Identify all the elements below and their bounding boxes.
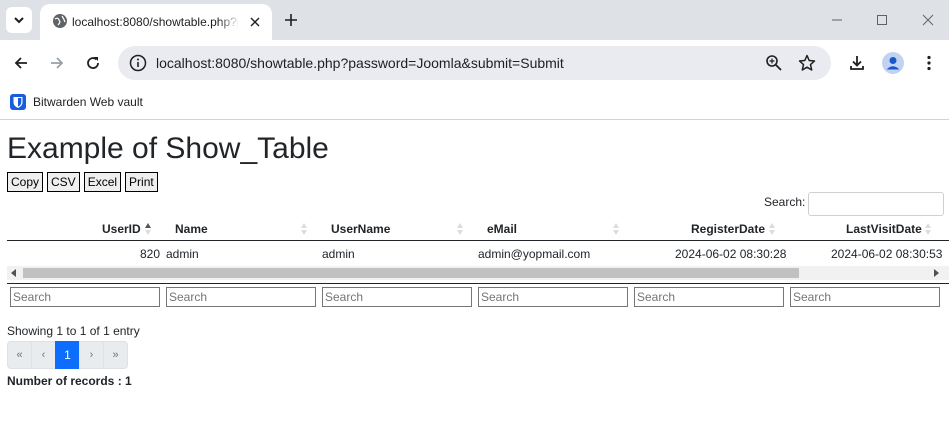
search-label: Search: <box>764 195 806 209</box>
menu-button[interactable] <box>917 51 941 75</box>
reload-button[interactable] <box>81 51 105 75</box>
scroll-left-icon[interactable] <box>10 269 18 277</box>
bookmark-label: Bitwarden Web vault <box>33 95 143 109</box>
csv-button[interactable]: CSV <box>47 172 80 192</box>
column-search-registerdate[interactable] <box>634 287 784 307</box>
scroll-right-icon[interactable] <box>932 269 940 277</box>
arrow-left-icon <box>14 57 27 69</box>
column-header-username[interactable]: UserName <box>331 217 390 241</box>
sort-icon[interactable] <box>612 222 620 236</box>
sort-icon[interactable] <box>768 222 776 236</box>
bookmarks-bar: Bitwarden Web vault <box>0 86 949 120</box>
column-header-email[interactable]: eMail <box>487 217 517 241</box>
close-window-button[interactable] <box>916 8 940 32</box>
maximize-icon <box>877 15 887 25</box>
minimize-icon <box>832 19 842 21</box>
column-search-username[interactable] <box>322 287 472 307</box>
browser-tab[interactable]: localhost:8080/showtable.php?pass <box>40 4 272 40</box>
download-icon <box>850 56 864 70</box>
address-bar[interactable]: localhost:8080/showtable.php?password=Jo… <box>118 46 831 80</box>
column-search-email[interactable] <box>478 287 628 307</box>
records-count: Number of records : 1 <box>7 374 132 388</box>
copy-button[interactable]: Copy <box>7 172 44 192</box>
scrollbar-thumb[interactable] <box>23 268 799 278</box>
excel-button[interactable]: Excel <box>83 172 122 192</box>
tab-search-button[interactable] <box>6 7 32 33</box>
profile-button[interactable] <box>881 51 905 75</box>
print-button[interactable]: Print <box>125 172 158 192</box>
chevron-down-icon <box>14 17 24 24</box>
horizontal-scrollbar[interactable] <box>7 266 949 280</box>
back-button[interactable] <box>9 51 33 75</box>
sort-asc-icon[interactable] <box>144 222 152 236</box>
page-content: Example of Show_Table Copy CSV Excel Pri… <box>0 121 949 421</box>
cell-userid: 820 <box>140 247 161 261</box>
column-header-lastvisitdate[interactable]: LastVisitDate <box>846 217 922 241</box>
sort-icon[interactable] <box>300 222 308 236</box>
more-vertical-icon <box>927 55 931 71</box>
table-search-input[interactable] <box>808 192 944 216</box>
tab-title: localhost:8080/showtable.php?pass <box>72 15 238 29</box>
avatar-icon <box>882 52 904 74</box>
sort-icon[interactable] <box>924 222 932 236</box>
table-info: Showing 1 to 1 of 1 entry <box>7 324 140 338</box>
page-1-button[interactable]: 1 <box>55 341 80 369</box>
plus-icon <box>285 14 297 26</box>
globe-icon <box>53 14 67 28</box>
column-header-registerdate[interactable]: RegisterDate <box>691 217 765 241</box>
bitwarden-icon <box>10 94 26 110</box>
close-icon <box>922 14 934 26</box>
last-page-button[interactable]: » <box>103 341 128 369</box>
tab-close-icon[interactable] <box>246 13 264 31</box>
export-buttons: Copy CSV Excel Print <box>7 172 158 192</box>
column-search-name[interactable] <box>166 287 316 307</box>
cell-name: admin <box>166 247 199 261</box>
cell-username: admin <box>322 247 355 261</box>
minimize-button[interactable] <box>825 8 849 32</box>
table-row: 820 admin admin admin@yopmail.com 2024-0… <box>7 242 949 266</box>
browser-toolbar: localhost:8080/showtable.php?password=Jo… <box>0 40 949 86</box>
site-info-icon[interactable] <box>128 53 148 73</box>
download-button[interactable] <box>845 51 869 75</box>
page-title: Example of Show_Table <box>7 132 329 165</box>
reload-icon <box>87 57 99 69</box>
bookmark-star-icon[interactable] <box>797 53 817 73</box>
prev-page-button[interactable]: ‹ <box>31 341 56 369</box>
bookmark-bitwarden[interactable]: Bitwarden Web vault <box>10 92 143 112</box>
browser-tabstrip: localhost:8080/showtable.php?pass <box>0 0 949 40</box>
pagination: « ‹ 1 › » <box>7 341 128 369</box>
first-page-button[interactable]: « <box>7 341 32 369</box>
data-table: UserID Name UserName eMail RegisterDate … <box>7 217 949 379</box>
sort-icon[interactable] <box>456 222 464 236</box>
column-header-userid[interactable]: UserID <box>102 217 141 241</box>
column-search-userid[interactable] <box>10 287 160 307</box>
maximize-button[interactable] <box>870 8 894 32</box>
cell-lastvisitdate: 2024-06-02 08:30:53 <box>831 247 943 261</box>
arrow-right-icon <box>51 57 64 69</box>
cell-registerdate: 2024-06-02 08:30:28 <box>675 247 787 261</box>
column-header-name[interactable]: Name <box>175 217 208 241</box>
cell-email: admin@yopmail.com <box>478 247 591 261</box>
table-header: UserID Name UserName eMail RegisterDate … <box>7 217 949 241</box>
new-tab-button[interactable] <box>280 9 302 31</box>
next-page-button[interactable]: › <box>79 341 104 369</box>
url-text: localhost:8080/showtable.php?password=Jo… <box>156 55 564 71</box>
forward-button[interactable] <box>45 51 69 75</box>
zoom-icon[interactable] <box>764 53 784 73</box>
column-search-lastvisitdate[interactable] <box>790 287 940 307</box>
